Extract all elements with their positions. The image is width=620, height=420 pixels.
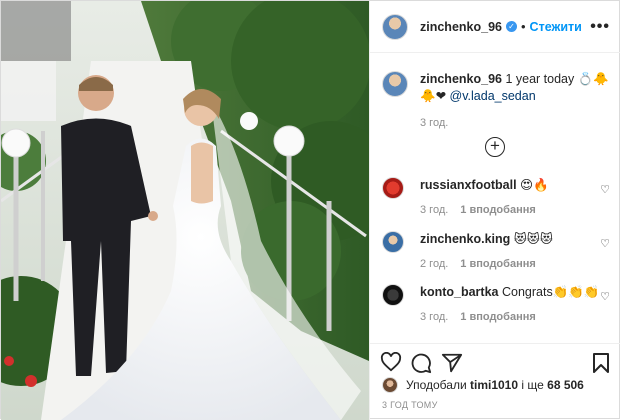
comment-time[interactable]: 3 год.: [420, 311, 448, 323]
post-caption: zinchenko_96 1 year today 💍🐥 🐥❤ @v.lada_…: [382, 71, 610, 132]
caption-body-2: 🐥❤: [420, 89, 447, 103]
caption-mention-link[interactable]: @v.lada_sedan: [450, 89, 536, 103]
list-item: konto_bartka Congrats👏👏👏 3 год. 1 вподоба…: [382, 284, 610, 328]
comment-time[interactable]: 2 год.: [420, 258, 448, 270]
comment-text: 😍🔥: [520, 178, 549, 192]
wedding-photo-illustration: [1, 1, 369, 420]
likes-user[interactable]: timi1010: [470, 378, 518, 392]
verified-badge-icon: ✓: [505, 21, 517, 32]
comment-body: konto_bartka Congrats👏👏👏: [420, 284, 610, 301]
follow-button[interactable]: Стежити: [530, 20, 582, 34]
heart-outline-icon[interactable]: [380, 351, 402, 375]
list-item: russianxfootball 😍🔥 3 год. 1 вподобання ♡: [382, 177, 610, 221]
comment-meta: 3 год. 1 вподобання: [420, 311, 610, 323]
bookmark-icon[interactable]: [592, 352, 610, 377]
comment-icon[interactable]: [410, 352, 432, 377]
avatar[interactable]: [382, 71, 408, 97]
likes-count[interactable]: 68 506: [547, 378, 584, 392]
post-side-panel: zinchenko_96 ✓ • Стежити ••• zinchenko_9…: [369, 1, 620, 420]
comment-body: zinchenko.king 😻😻😻: [420, 231, 610, 248]
plus-circle-icon[interactable]: +: [485, 137, 505, 157]
comment-text: Congrats👏👏👏: [501, 285, 600, 299]
header-separator: •: [520, 19, 526, 34]
post-photo[interactable]: [1, 1, 369, 420]
comment-username[interactable]: zinchenko.king: [420, 232, 510, 246]
likes-prefix: Уподобали: [406, 378, 467, 392]
avatar[interactable]: [382, 284, 404, 306]
avatar[interactable]: [382, 231, 404, 253]
comment-meta: 3 год. 1 вподобання: [420, 204, 610, 216]
avatar[interactable]: [382, 377, 398, 393]
caption-text: zinchenko_96 1 year today 💍🐥 🐥❤ @v.lada_…: [420, 71, 610, 132]
heart-outline-icon[interactable]: ♡: [600, 183, 610, 196]
comment-meta: 2 год. 1 вподобання: [420, 258, 610, 270]
avatar[interactable]: [382, 177, 404, 199]
likes-middle: і ще: [521, 378, 544, 392]
caption-time[interactable]: 3 год.: [420, 115, 610, 132]
comment-likes[interactable]: 1 вподобання: [460, 258, 535, 270]
post-time[interactable]: 3 год тому: [382, 400, 438, 410]
more-horizontal-icon[interactable]: •••: [590, 18, 610, 36]
comment-text: 😻😻😻: [513, 232, 553, 246]
caption-username[interactable]: zinchenko_96: [420, 72, 502, 86]
post-actions: [370, 343, 620, 381]
heart-outline-icon[interactable]: ♡: [600, 290, 610, 303]
comments-section: zinchenko_96 1 year today 💍🐥 🐥❤ @v.lada_…: [370, 53, 620, 343]
comment-body: russianxfootball 😍🔥: [420, 177, 610, 194]
instagram-post: zinchenko_96 ✓ • Стежити ••• zinchenko_9…: [0, 0, 620, 420]
post-header: zinchenko_96 ✓ • Стежити •••: [370, 1, 620, 53]
comment-username[interactable]: konto_bartka: [420, 285, 499, 299]
comment-time[interactable]: 3 год.: [420, 204, 448, 216]
avatar[interactable]: [382, 13, 408, 40]
comment-likes[interactable]: 1 вподобання: [460, 204, 535, 216]
comment-username[interactable]: russianxfootball: [420, 178, 517, 192]
likes-summary[interactable]: Уподобали timi1010 і ще 68 506: [382, 377, 584, 393]
caption-body: 1 year today 💍🐥: [505, 72, 609, 86]
list-item: zinchenko.king 😻😻😻 2 год. 1 вподобання ♡: [382, 231, 610, 275]
header-username[interactable]: zinchenko_96: [420, 20, 502, 34]
heart-outline-icon[interactable]: ♡: [600, 237, 610, 250]
comment-likes[interactable]: 1 вподобання: [460, 311, 535, 323]
paper-plane-icon[interactable]: [441, 352, 463, 377]
